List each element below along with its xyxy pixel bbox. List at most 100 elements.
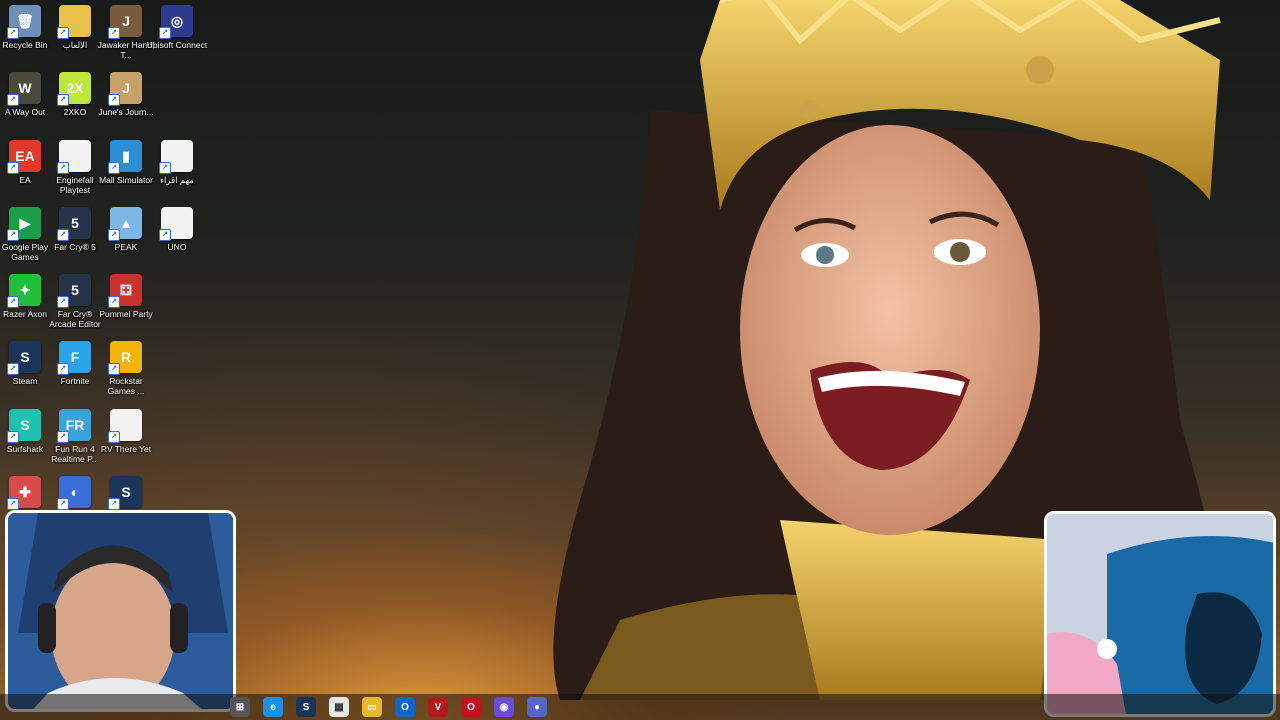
app-icon: ◐ ↗ xyxy=(57,476,91,510)
discord-app-icon[interactable]: ◉ xyxy=(494,697,514,717)
app-icon: R ↗ xyxy=(108,341,142,375)
desktop-icon-label: Ubisoft Connect xyxy=(146,40,208,50)
opera-icon[interactable]: O xyxy=(461,697,481,717)
desktop-icon[interactable]: S ↗ Steam xyxy=(0,341,50,405)
desktop-icon[interactable]: ▲ ↗ PEAK xyxy=(101,207,151,271)
desktop-icon[interactable]: ↗ RV There Yet xyxy=(101,409,151,473)
file-explorer-icon[interactable]: ▭ xyxy=(362,697,382,717)
desktop-icon[interactable]: ▮ ↗ Mall Simulator xyxy=(99,140,153,204)
desktop-icon[interactable]: R ↗ Rockstar Games ... xyxy=(101,341,151,405)
shortcut-arrow-icon: ↗ xyxy=(57,94,69,106)
app-icon: 2X ↗ xyxy=(57,72,91,106)
webcam-overlay-left xyxy=(5,510,236,712)
desktop-icon[interactable]: EA ↗ EA xyxy=(0,140,50,204)
shortcut-arrow-icon: ↗ xyxy=(108,229,120,241)
desktop-icon[interactable]: ↗ مهم اقراء xyxy=(152,140,202,204)
shortcut-arrow-icon: ↗ xyxy=(108,162,120,174)
desktop-icon[interactable]: ▶ ↗ Google Play Games xyxy=(0,207,50,271)
desktop-icon[interactable]: ◎ ↗ Ubisoft Connect xyxy=(147,5,207,69)
desktop-icon[interactable]: 🗑 ↗ Recycle Bin xyxy=(0,5,50,69)
desktop-icon[interactable]: S ↗ Surfshark xyxy=(0,409,50,473)
shortcut-arrow-icon: ↗ xyxy=(57,363,69,375)
desktop-icon[interactable]: ✦ ↗ Razer Axon xyxy=(0,274,50,338)
task-view-icon[interactable]: ⊞ xyxy=(230,697,250,717)
desktop-icon[interactable]: J ↗ Jawaker Hand, T... xyxy=(98,5,154,69)
app-icon: W ↗ xyxy=(7,72,41,106)
steam-icon[interactable]: S xyxy=(296,697,316,717)
app-icon: S ↗ xyxy=(108,476,142,510)
shortcut-arrow-icon: ↗ xyxy=(108,431,120,443)
shortcut-arrow-icon: ↗ xyxy=(108,27,120,39)
app-icon: S ↗ xyxy=(7,409,41,443)
app-icon: ↗ xyxy=(159,140,193,174)
outlook-icon[interactable]: O xyxy=(395,697,415,717)
app-icon: ✦ ↗ xyxy=(7,274,41,308)
shortcut-arrow-icon: ↗ xyxy=(159,229,171,241)
desktop-icon-label: Rockstar Games ... xyxy=(107,376,145,396)
calculator-icon[interactable]: ▦ xyxy=(329,697,349,717)
app-icon: ↗ xyxy=(108,409,142,443)
shortcut-arrow-icon: ↗ xyxy=(57,162,69,174)
shortcut-arrow-icon: ↗ xyxy=(159,27,171,39)
desktop-icon-label: مهم اقراء xyxy=(160,175,194,185)
taskbar: ⊞ e S ▦ ▭ O V O ◉ ● xyxy=(0,694,1280,720)
shortcut-arrow-icon: ↗ xyxy=(57,431,69,443)
desktop-icon-label: Pummel Party xyxy=(99,309,153,319)
app-icon: 5 ↗ xyxy=(57,207,91,241)
desktop-icon[interactable]: ↗ Enginefall Playtest xyxy=(50,140,100,204)
shortcut-arrow-icon: ↗ xyxy=(7,27,19,39)
app-icon: J ↗ xyxy=(108,72,142,106)
desktop-icon-label: RV There Yet xyxy=(100,444,152,454)
streamer-webcam-image xyxy=(8,513,233,709)
app-icon: ↗ xyxy=(159,207,193,241)
desktop-icon[interactable]: 5 ↗ Far Cry® Arcade Editor xyxy=(49,274,101,338)
shortcut-arrow-icon: ↗ xyxy=(108,363,120,375)
desktop-icon[interactable]: ⚃ ↗ Pummel Party xyxy=(99,274,153,338)
shortcut-arrow-icon: ↗ xyxy=(108,498,120,510)
desktop-icon[interactable]: ↗ UNO xyxy=(152,207,202,271)
app-icon: ⚃ ↗ xyxy=(108,274,142,308)
shortcut-arrow-icon: ↗ xyxy=(7,296,19,308)
shortcut-arrow-icon: ↗ xyxy=(7,498,19,510)
app-icon: ▮ ↗ xyxy=(108,140,142,174)
app-icon[interactable]: ● xyxy=(527,697,547,717)
shortcut-arrow-icon: ↗ xyxy=(108,296,120,308)
shortcut-arrow-icon: ↗ xyxy=(7,363,19,375)
desktop-icon-label: UNO xyxy=(167,242,187,252)
app-icon: ↗ xyxy=(57,5,91,39)
desktop-icon-label: June's Journ... xyxy=(98,107,154,117)
app-icon: ✚ ↗ xyxy=(7,476,41,510)
shortcut-arrow-icon: ↗ xyxy=(108,94,120,106)
shortcut-arrow-icon: ↗ xyxy=(7,162,19,174)
desktop-icon[interactable]: FR ↗ Fun Run 4 Realtime P... xyxy=(50,409,100,473)
shortcut-arrow-icon: ↗ xyxy=(57,296,69,308)
desktop-icon[interactable]: W ↗ A Way Out xyxy=(0,72,50,136)
desktop-icon-grid: 🗑 ↗ Recycle Bin ↗ الالعاب J ↗ Jawaker Hand, T..… xyxy=(0,0,210,510)
app-icon: ◎ ↗ xyxy=(159,5,193,39)
desktop-icon[interactable]: ↗ الالعاب xyxy=(50,5,100,69)
shortcut-arrow-icon: ↗ xyxy=(57,229,69,241)
shortcut-arrow-icon: ↗ xyxy=(159,162,171,174)
voicemeeter-icon[interactable]: V xyxy=(428,697,448,717)
app-icon: EA ↗ xyxy=(7,140,41,174)
taskbar-pinned-apps: ⊞ e S ▦ ▭ O V O ◉ ● xyxy=(230,694,547,720)
edge-icon[interactable]: e xyxy=(263,697,283,717)
shortcut-arrow-icon: ↗ xyxy=(57,498,69,510)
app-icon: J ↗ xyxy=(108,5,142,39)
shortcut-arrow-icon: ↗ xyxy=(7,229,19,241)
desktop-icon[interactable]: 5 ↗ Far Cry® 5 xyxy=(50,207,100,271)
shortcut-arrow-icon: ↗ xyxy=(7,94,19,106)
app-icon: ↗ xyxy=(57,140,91,174)
webcam-overlay-right xyxy=(1044,511,1276,717)
desktop-icon[interactable]: 2X ↗ 2XKO xyxy=(50,72,100,136)
chair-cam-image xyxy=(1047,514,1273,714)
desktop-icon[interactable]: F ↗ Fortnite xyxy=(50,341,100,405)
app-icon: FR ↗ xyxy=(57,409,91,443)
app-icon: 🗑 ↗ xyxy=(7,5,41,39)
app-icon: F ↗ xyxy=(57,341,91,375)
app-icon: 5 ↗ xyxy=(57,274,91,308)
desktop-icon[interactable]: J ↗ June's Journ... xyxy=(98,72,154,136)
app-icon: ▶ ↗ xyxy=(7,207,41,241)
shortcut-arrow-icon: ↗ xyxy=(7,431,19,443)
shortcut-arrow-icon: ↗ xyxy=(57,27,69,39)
